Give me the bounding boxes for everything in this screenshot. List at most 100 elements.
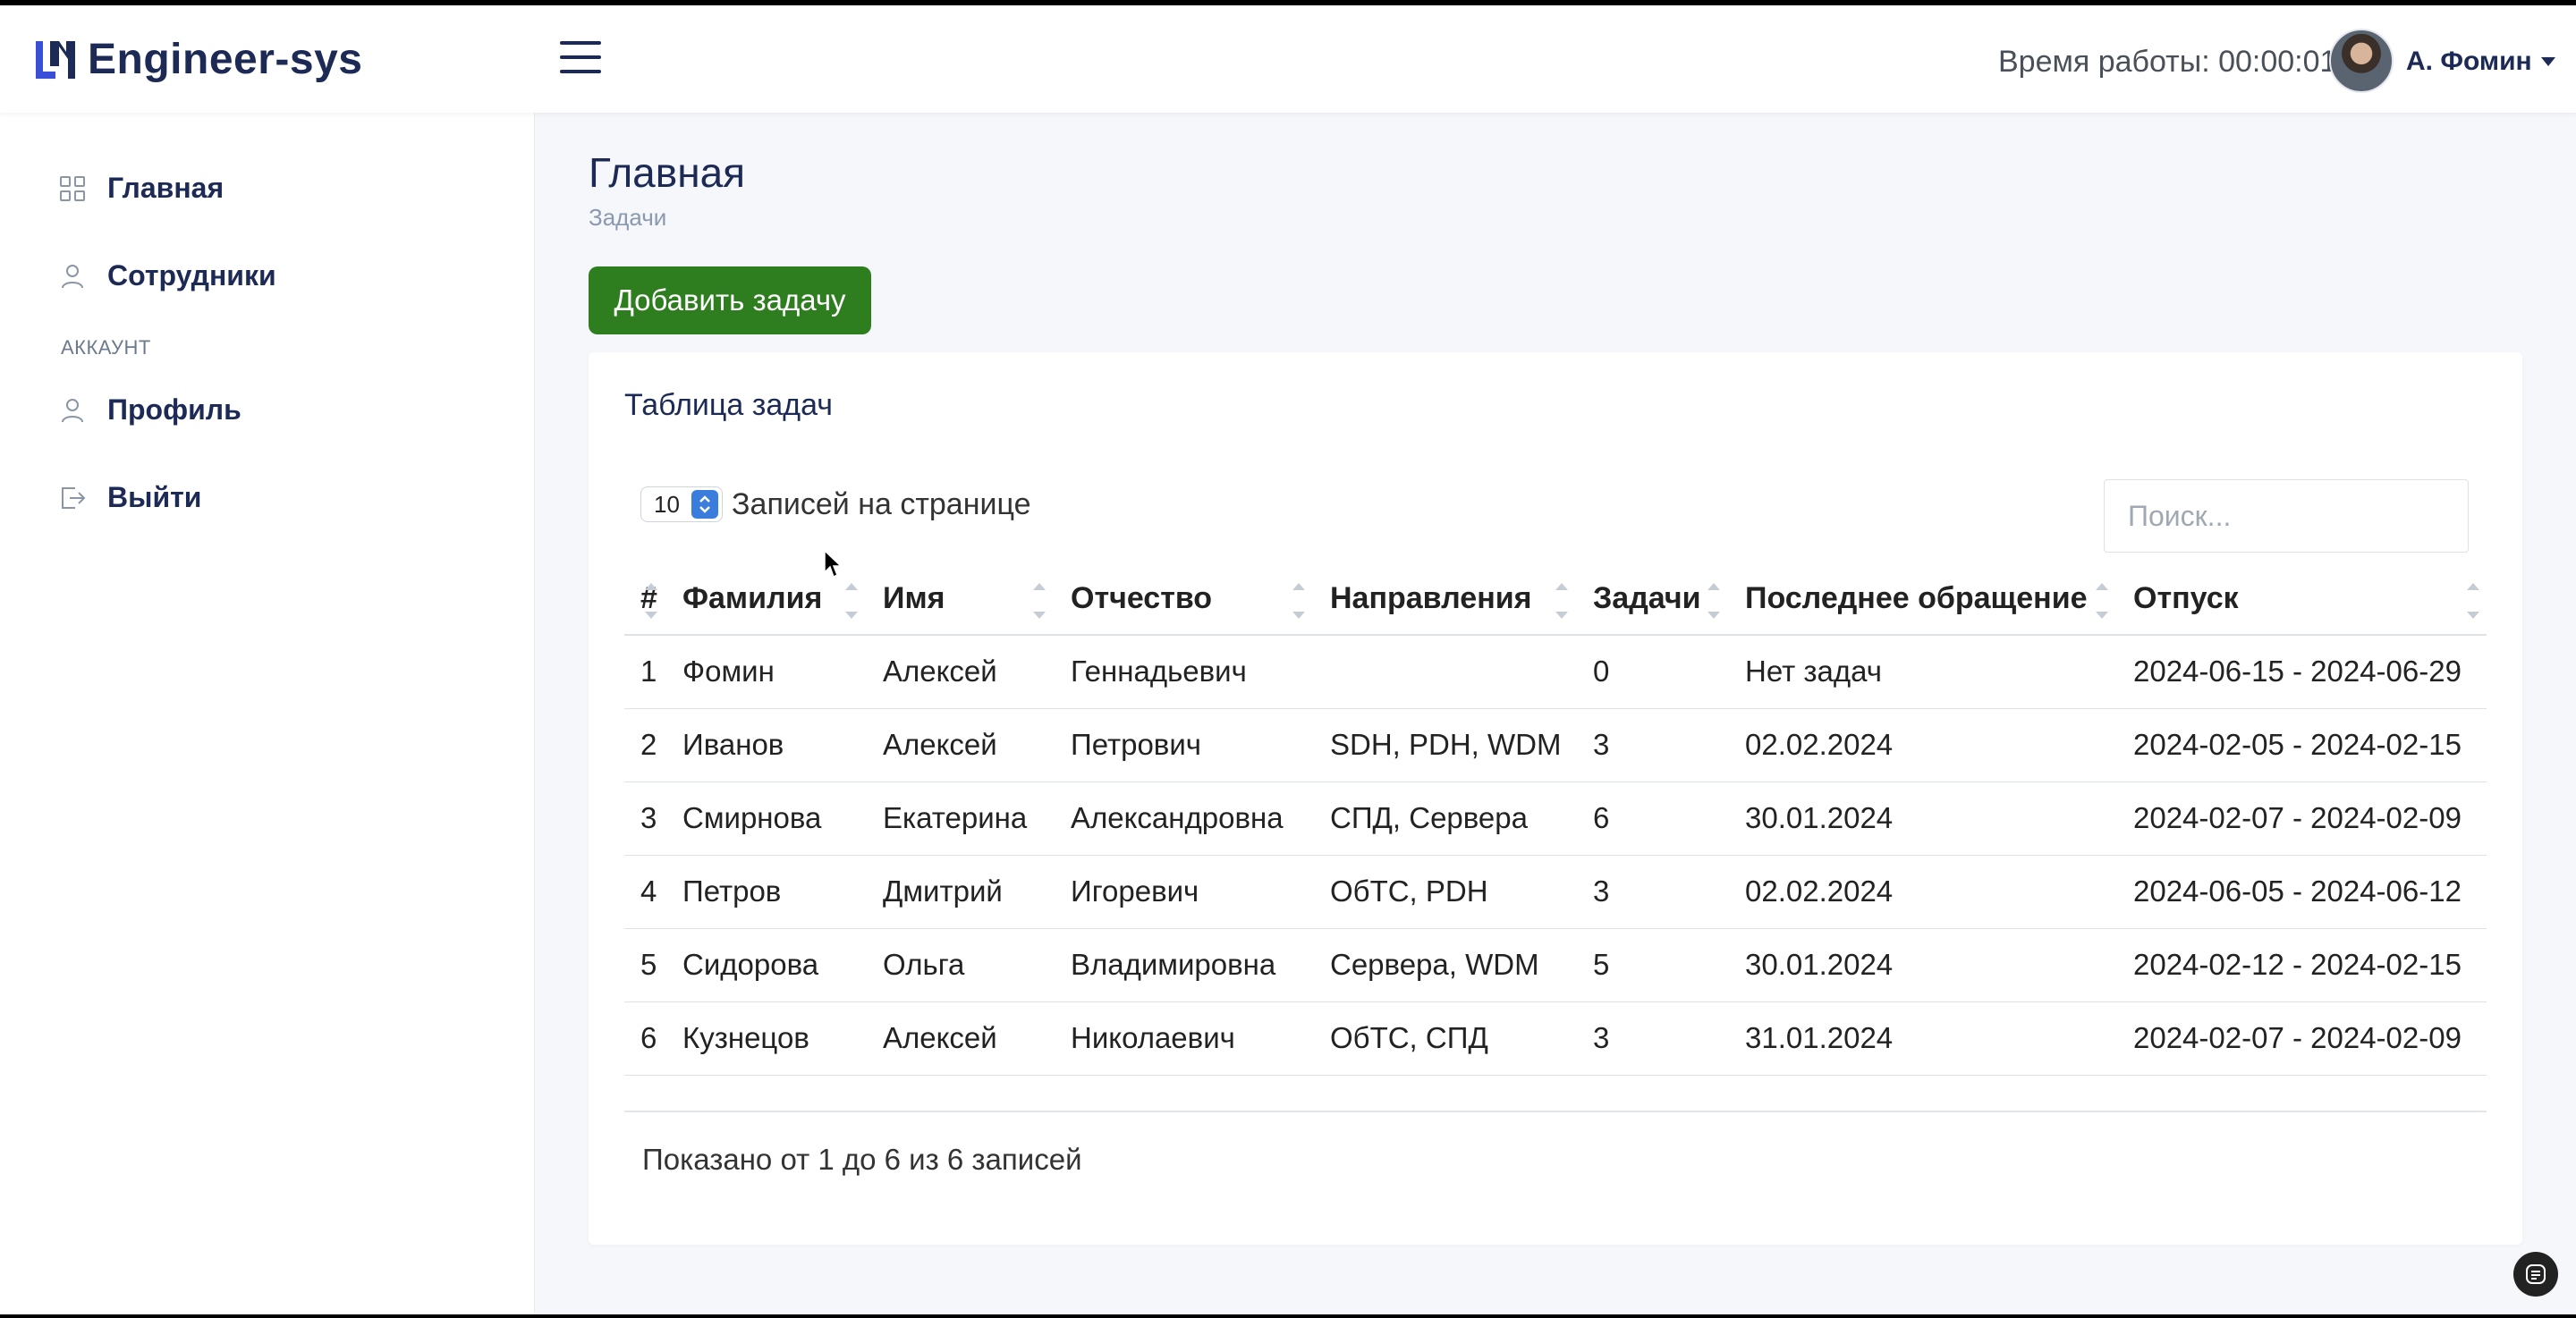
sidebar-item-label: Сотрудники	[107, 259, 276, 291]
user-icon	[62, 264, 83, 288]
column-header-number[interactable]: #	[624, 563, 665, 636]
sort-icon	[645, 583, 657, 619]
cell-directions: СПД, Сервера	[1312, 782, 1575, 856]
page-length-label: Записей на странице	[732, 486, 1031, 521]
page-length-value: 10	[654, 490, 680, 518]
cell-number: 6	[624, 1001, 665, 1076]
cell-vacation: 2024-06-15 - 2024-06-29	[2115, 635, 2487, 709]
top-navbar: Engineer-sys Время работы: 00:00:01 А. Ф…	[0, 5, 2576, 113]
cell-surname: Фомин	[665, 635, 865, 709]
cell-last-request: 30.01.2024	[1727, 782, 2115, 856]
sidebar-item-home[interactable]: Главная	[59, 172, 224, 205]
cell-tasks: 3	[1575, 1001, 1727, 1076]
column-header-label: Фамилия	[682, 581, 823, 615]
sidebar-item-label: Выйти	[107, 481, 202, 513]
cell-last-request: 02.02.2024	[1727, 708, 2115, 782]
sort-icon	[2096, 583, 2108, 619]
table-row[interactable]: 2 Иванов Алексей Петрович SDH, PDH, WDM …	[624, 708, 2487, 782]
bottom-edge	[0, 1314, 2576, 1318]
cell-surname: Смирнова	[665, 782, 865, 856]
cell-number: 1	[624, 635, 665, 709]
card-title: Таблица задач	[624, 388, 833, 422]
cell-number: 5	[624, 928, 665, 1002]
sidebar-item-profile[interactable]: Профиль	[59, 393, 242, 427]
cell-tasks: 3	[1575, 708, 1727, 782]
column-header-last-request[interactable]: Последнее обращение	[1727, 563, 2115, 636]
mouse-cursor-icon	[824, 549, 843, 579]
column-header-patronymic[interactable]: Отчество	[1053, 563, 1312, 636]
cell-surname: Петров	[665, 855, 865, 929]
sidebar-item-label: Профиль	[107, 393, 242, 426]
cell-vacation: 2024-02-05 - 2024-02-15	[2115, 708, 2487, 782]
cell-patronymic: Николаевич	[1053, 1001, 1312, 1076]
cell-directions: ОбТС, PDH	[1312, 855, 1575, 929]
engineer-sys-logo-icon	[36, 41, 75, 79]
sort-icon	[1292, 583, 1305, 619]
table-row[interactable]: 5 Сидорова Ольга Владимировна Сервера, W…	[624, 928, 2487, 1002]
hamburger-menu-icon[interactable]	[560, 41, 601, 77]
user-menu[interactable]: А. Фомин	[2406, 46, 2555, 77]
breadcrumb[interactable]: Задачи	[589, 204, 666, 232]
sort-icon	[1555, 583, 1568, 619]
cell-vacation: 2024-06-05 - 2024-06-12	[2115, 855, 2487, 929]
column-header-label: Отпуск	[2133, 581, 2239, 615]
cell-name: Алексей	[865, 635, 1053, 709]
table-row[interactable]: 3 Смирнова Екатерина Александровна СПД, …	[624, 782, 2487, 856]
cell-number: 4	[624, 855, 665, 929]
sort-icon	[2467, 583, 2479, 619]
cell-tasks: 0	[1575, 635, 1727, 709]
table-row[interactable]: 1 Фомин Алексей Геннадьевич 0 Нет задач …	[624, 635, 2487, 709]
floating-action-icon[interactable]	[2513, 1252, 2558, 1297]
column-header-tasks[interactable]: Задачи	[1575, 563, 1727, 636]
cell-patronymic: Геннадьевич	[1053, 635, 1312, 709]
sidebar: Главная Сотрудники АККАУНТ Профиль Выйти	[0, 113, 535, 1314]
user-icon	[62, 398, 83, 422]
table-header-row: # Фамилия Имя Отчество Направления Задач…	[624, 563, 2487, 636]
cell-vacation: 2024-02-07 - 2024-02-09	[2115, 1001, 2487, 1076]
cell-vacation: 2024-02-12 - 2024-02-15	[2115, 928, 2487, 1002]
sidebar-item-label: Главная	[107, 172, 225, 204]
cell-surname: Сидорова	[665, 928, 865, 1002]
table-row[interactable]: 6 Кузнецов Алексей Николаевич ОбТС, СПД …	[624, 1001, 2487, 1076]
tasks-table: # Фамилия Имя Отчество Направления Задач…	[624, 563, 2487, 1076]
logout-icon	[62, 486, 86, 509]
avatar[interactable]	[2329, 29, 2394, 93]
table-info: Показано от 1 до 6 из 6 записей	[642, 1143, 1082, 1176]
page-length-select[interactable]: 10	[640, 486, 723, 522]
sidebar-section-header: АККАУНТ	[61, 336, 151, 359]
column-header-label: Задачи	[1593, 581, 1701, 615]
table-row[interactable]: 4 Петров Дмитрий Игоревич ОбТС, PDH 3 02…	[624, 855, 2487, 929]
cell-surname: Кузнецов	[665, 1001, 865, 1076]
cell-tasks: 3	[1575, 855, 1727, 929]
column-header-directions[interactable]: Направления	[1312, 563, 1575, 636]
cell-patronymic: Владимировна	[1053, 928, 1312, 1002]
cell-tasks: 6	[1575, 782, 1727, 856]
user-name: А. Фомин	[2406, 46, 2532, 76]
column-header-label: Имя	[883, 581, 945, 615]
add-task-button[interactable]: Добавить задачу	[589, 266, 871, 334]
cell-directions: ОбТС, СПД	[1312, 1001, 1575, 1076]
cell-vacation: 2024-02-07 - 2024-02-09	[2115, 782, 2487, 856]
brand[interactable]: Engineer-sys	[32, 32, 362, 86]
cell-last-request: Нет задач	[1727, 635, 2115, 709]
page-length-control: 10 Записей на странице	[640, 486, 1031, 522]
sort-icon	[1707, 583, 1720, 619]
cell-directions: SDH, PDH, WDM	[1312, 708, 1575, 782]
tasks-card: Таблица задач 10 Записей на странице # Ф…	[589, 352, 2522, 1245]
cell-directions: Сервера, WDM	[1312, 928, 1575, 1002]
cell-last-request: 30.01.2024	[1727, 928, 2115, 1002]
cell-last-request: 31.01.2024	[1727, 1001, 2115, 1076]
sidebar-item-employees[interactable]: Сотрудники	[59, 259, 276, 292]
sidebar-item-logout[interactable]: Выйти	[59, 481, 201, 514]
column-header-vacation[interactable]: Отпуск	[2115, 563, 2487, 636]
cell-number: 2	[624, 708, 665, 782]
cell-directions	[1312, 635, 1575, 709]
cell-tasks: 5	[1575, 928, 1727, 1002]
cell-name: Алексей	[865, 708, 1053, 782]
work-time: Время работы: 00:00:01	[1998, 45, 2337, 79]
column-header-name[interactable]: Имя	[865, 563, 1053, 636]
search-input[interactable]	[2104, 479, 2469, 553]
cell-number: 3	[624, 782, 665, 856]
cell-patronymic: Игоревич	[1053, 855, 1312, 929]
cell-name: Алексей	[865, 1001, 1053, 1076]
